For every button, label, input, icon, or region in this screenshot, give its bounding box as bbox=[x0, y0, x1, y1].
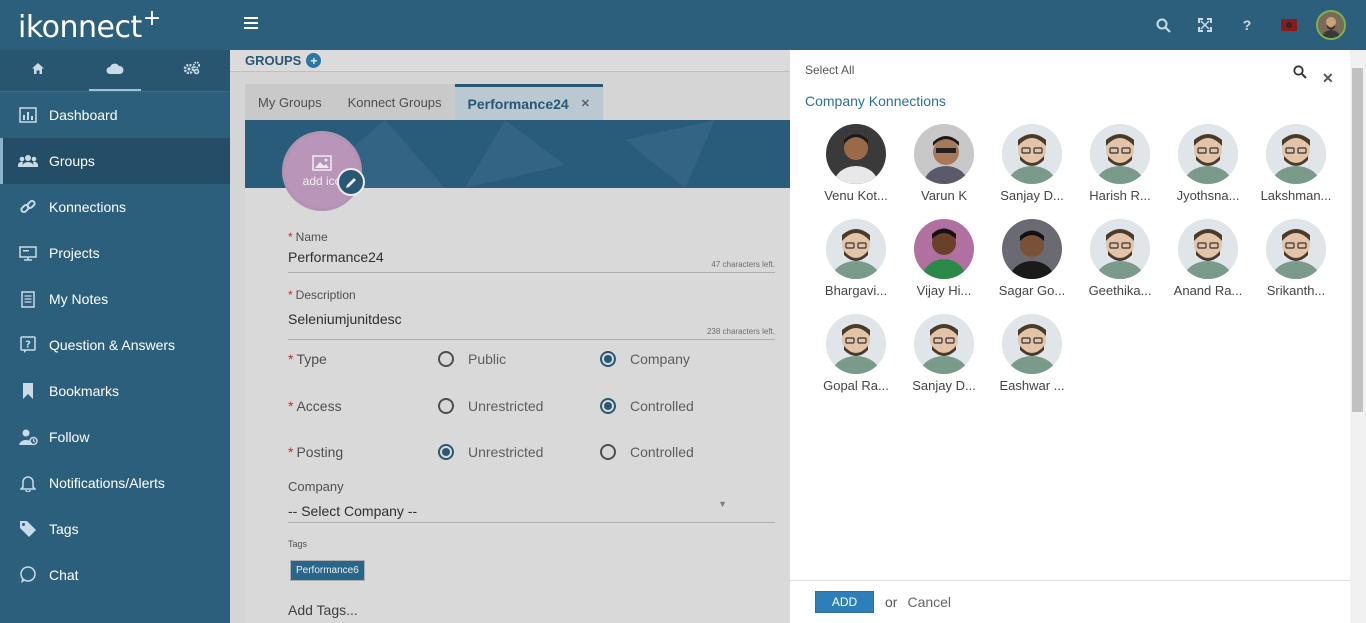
sidebar-item-tags[interactable]: Tags bbox=[0, 506, 230, 552]
avatar bbox=[1178, 124, 1238, 184]
groups-icon bbox=[18, 151, 38, 171]
follow-icon bbox=[18, 427, 38, 447]
avatar bbox=[1178, 219, 1238, 279]
settings-tab[interactable] bbox=[153, 50, 230, 91]
flag-icon[interactable] bbox=[1268, 0, 1310, 50]
notes-icon bbox=[18, 289, 38, 309]
cloud-tab[interactable] bbox=[77, 50, 154, 91]
person-name: Gopal Ra... bbox=[823, 378, 889, 393]
cloud-icon bbox=[106, 62, 124, 80]
app-logo[interactable]: ikonnect+ bbox=[18, 6, 161, 45]
sidebar-item-dashboard[interactable]: Dashboard bbox=[0, 92, 230, 138]
add-button[interactable]: ADD bbox=[815, 591, 874, 613]
person-name: Jyothsna... bbox=[1176, 188, 1240, 203]
person-name: Bhargavi... bbox=[824, 283, 888, 298]
people-grid: Venu Kot... Varun K Sanjay D... Harish R...… bbox=[812, 124, 1340, 393]
avatar bbox=[914, 314, 974, 374]
avatar bbox=[1266, 219, 1326, 279]
person-name: Sanjay D... bbox=[912, 378, 976, 393]
person-card[interactable]: Sagar Go... bbox=[988, 219, 1076, 298]
avatar bbox=[1266, 124, 1326, 184]
person-name: Geethika... bbox=[1088, 283, 1152, 298]
person-card[interactable]: Srikanth... bbox=[1252, 219, 1340, 298]
person-name: Srikanth... bbox=[1266, 283, 1326, 298]
avatar bbox=[826, 124, 886, 184]
scrollbar-thumb[interactable] bbox=[1352, 68, 1363, 412]
person-name: Vijay Hi... bbox=[916, 283, 972, 298]
avatar bbox=[826, 219, 886, 279]
person-card[interactable]: Gopal Ra... bbox=[812, 314, 900, 393]
person-card[interactable]: Venu Kot... bbox=[812, 124, 900, 203]
panel-search-icon[interactable] bbox=[1293, 65, 1307, 84]
menu-toggle-icon[interactable] bbox=[244, 17, 258, 29]
scrollbar[interactable] bbox=[1350, 50, 1366, 623]
top-bar: ? bbox=[230, 0, 1366, 50]
avatar bbox=[826, 314, 886, 374]
person-card[interactable]: Harish R... bbox=[1076, 124, 1164, 203]
logo-area: ikonnect+ bbox=[0, 0, 230, 50]
sidebar-item-groups[interactable]: Groups bbox=[0, 138, 230, 184]
person-card[interactable]: Bhargavi... bbox=[812, 219, 900, 298]
help-icon[interactable]: ? bbox=[1226, 0, 1268, 50]
chat-icon bbox=[18, 565, 38, 585]
person-name: Lakshman... bbox=[1260, 188, 1332, 203]
sidebar-item-my-notes[interactable]: My Notes bbox=[0, 276, 230, 322]
avatar bbox=[914, 124, 974, 184]
bookmark-icon bbox=[18, 381, 38, 401]
panel-title: Company Konnections bbox=[805, 93, 946, 109]
search-icon[interactable] bbox=[1142, 0, 1184, 50]
sidebar: ikonnect+ Dashboard Groups Konnections P… bbox=[0, 0, 230, 623]
person-name: Sagar Go... bbox=[998, 283, 1066, 298]
person-name: Sanjay D... bbox=[1000, 188, 1064, 203]
sidebar-nav: Dashboard Groups Konnections Projects My… bbox=[0, 92, 230, 598]
person-name: Harish R... bbox=[1089, 188, 1151, 203]
person-name: Anand Ra... bbox=[1173, 283, 1243, 298]
settings-gears-icon bbox=[183, 61, 201, 80]
person-card[interactable]: Eashwar ... bbox=[988, 314, 1076, 393]
close-icon[interactable]: ✕ bbox=[1322, 70, 1334, 87]
sidebar-tabs bbox=[0, 50, 230, 92]
modal-backdrop bbox=[230, 50, 790, 623]
dashboard-icon bbox=[18, 105, 38, 125]
person-card[interactable]: Varun K bbox=[900, 124, 988, 203]
person-card[interactable]: Lakshman... bbox=[1252, 124, 1340, 203]
panel-footer: ADD or Cancel bbox=[790, 580, 1350, 623]
tags-icon bbox=[18, 519, 38, 539]
bell-icon bbox=[18, 473, 38, 493]
sidebar-item-qa[interactable]: ? Question & Answers bbox=[0, 322, 230, 368]
projects-icon bbox=[18, 243, 38, 263]
avatar bbox=[1002, 124, 1062, 184]
avatar bbox=[1090, 124, 1150, 184]
svg-text:?: ? bbox=[25, 340, 31, 351]
fullscreen-icon[interactable] bbox=[1184, 0, 1226, 50]
person-card[interactable]: Jyothsna... bbox=[1164, 124, 1252, 203]
sidebar-item-follow[interactable]: Follow bbox=[0, 414, 230, 460]
question-icon: ? bbox=[18, 335, 38, 355]
sidebar-item-konnections[interactable]: Konnections bbox=[0, 184, 230, 230]
avatar bbox=[1090, 219, 1150, 279]
top-bar-icons: ? bbox=[1142, 0, 1352, 50]
avatar bbox=[1002, 219, 1062, 279]
sidebar-item-bookmarks[interactable]: Bookmarks bbox=[0, 368, 230, 414]
user-avatar[interactable] bbox=[1310, 0, 1352, 50]
konnections-panel: Select All ✕ Company Konnections Venu Ko… bbox=[790, 50, 1366, 623]
home-tab[interactable] bbox=[0, 50, 77, 91]
person-name: Venu Kot... bbox=[824, 188, 888, 203]
person-name: Eashwar ... bbox=[999, 378, 1065, 393]
person-card[interactable]: Sanjay D... bbox=[900, 314, 988, 393]
person-card[interactable]: Vijay Hi... bbox=[900, 219, 988, 298]
person-card[interactable]: Sanjay D... bbox=[988, 124, 1076, 203]
sidebar-item-projects[interactable]: Projects bbox=[0, 230, 230, 276]
avatar bbox=[1002, 314, 1062, 374]
sidebar-item-notifications[interactable]: Notifications/Alerts bbox=[0, 460, 230, 506]
sidebar-item-chat[interactable]: Chat bbox=[0, 552, 230, 598]
cancel-link[interactable]: Cancel bbox=[907, 594, 951, 610]
person-name: Varun K bbox=[920, 188, 967, 203]
home-icon bbox=[31, 62, 45, 80]
link-icon bbox=[18, 197, 38, 217]
avatar bbox=[914, 219, 974, 279]
person-card[interactable]: Geethika... bbox=[1076, 219, 1164, 298]
person-card[interactable]: Anand Ra... bbox=[1164, 219, 1252, 298]
select-all-link[interactable]: Select All bbox=[805, 63, 854, 77]
